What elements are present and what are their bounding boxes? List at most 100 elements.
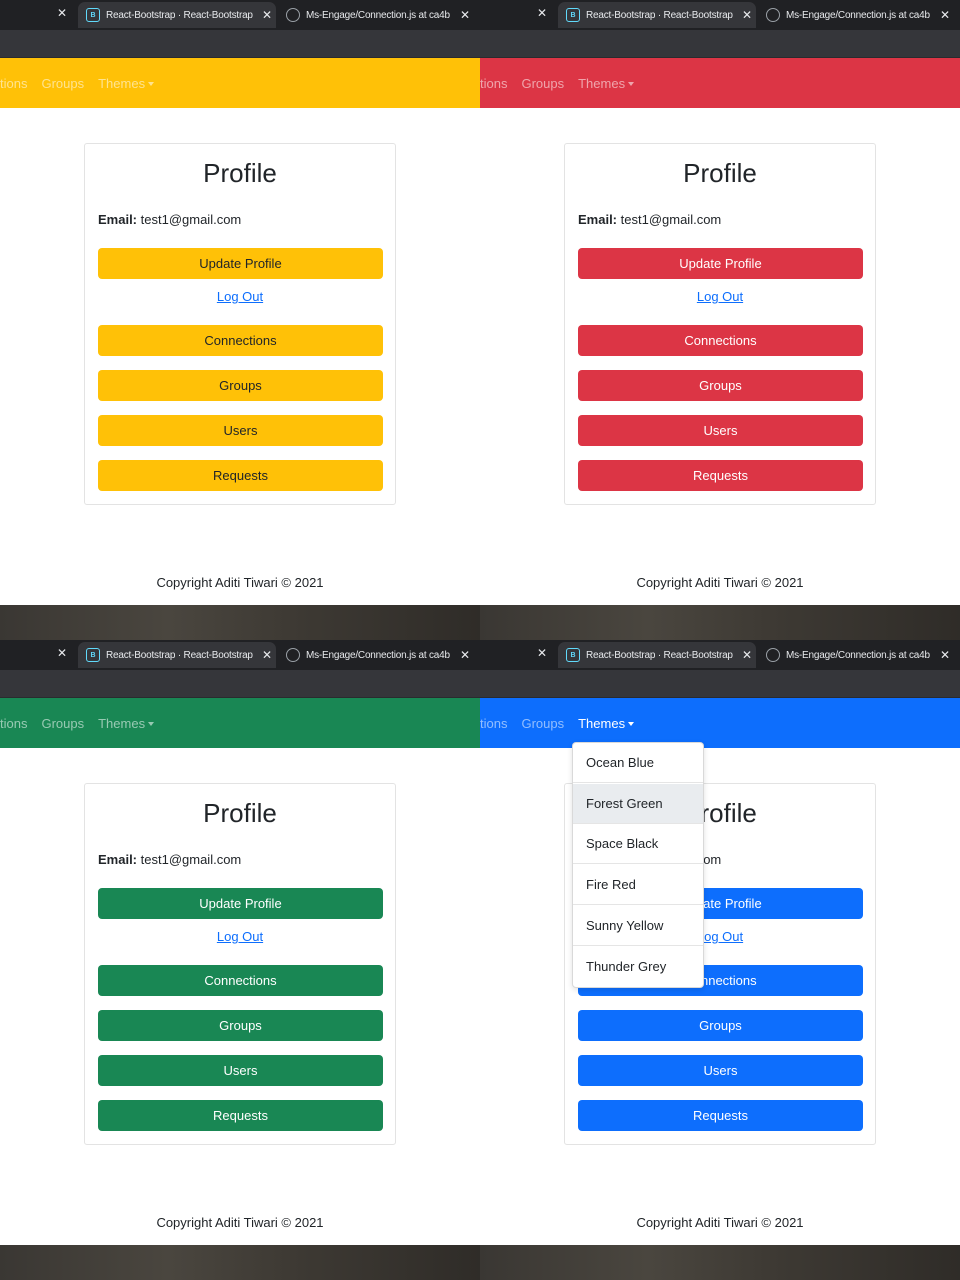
- logout-link[interactable]: Log Out: [85, 289, 395, 304]
- connections-button[interactable]: Connections: [98, 965, 383, 996]
- browser-address-bar: [480, 30, 960, 58]
- browser-address-bar: [0, 30, 480, 58]
- users-button[interactable]: Users: [98, 415, 383, 446]
- email-value: test1@gmail.com: [140, 212, 242, 227]
- groups-button[interactable]: Groups: [578, 1010, 863, 1041]
- dropdown-item-fire-red[interactable]: Fire Red: [573, 865, 703, 906]
- browser-tab-bar: ✕ B React-Bootstrap · React-Bootstrap ✕ …: [0, 640, 480, 670]
- dropdown-item-space-black[interactable]: Space Black: [573, 824, 703, 865]
- requests-button[interactable]: Requests: [98, 460, 383, 491]
- browser-address-bar: [0, 670, 480, 698]
- react-bootstrap-icon: B: [566, 8, 580, 22]
- nav-link-connections[interactable]: tions: [0, 716, 27, 731]
- browser-tab-github[interactable]: Ms-Engage/Connection.js at ca4b ✕: [278, 2, 474, 28]
- update-profile-button[interactable]: Update Profile: [98, 248, 383, 279]
- browser-tab-github[interactable]: Ms-Engage/Connection.js at ca4b ✕: [278, 642, 474, 668]
- requests-button[interactable]: Requests: [98, 1100, 383, 1131]
- browser-tab-react-bootstrap[interactable]: B React-Bootstrap · React-Bootstrap ✕: [78, 2, 276, 28]
- nav-link-connections[interactable]: tions: [480, 76, 507, 91]
- groups-button[interactable]: Groups: [98, 370, 383, 401]
- nav-themes-label: Themes: [98, 715, 146, 731]
- logout-link[interactable]: Log Out: [565, 289, 875, 304]
- tab-title: Ms-Engage/Connection.js at ca4b: [786, 9, 930, 21]
- close-tab-icon[interactable]: ✕: [57, 6, 67, 20]
- users-button[interactable]: Users: [578, 415, 863, 446]
- tab-title: React-Bootstrap · React-Bootstrap: [586, 9, 733, 21]
- connections-button[interactable]: Connections: [578, 325, 863, 356]
- page-title: Profile: [203, 798, 277, 828]
- github-icon: [286, 648, 300, 662]
- close-tab-icon[interactable]: ✕: [456, 648, 474, 662]
- nav-link-groups[interactable]: Groups: [41, 76, 84, 91]
- nav-link-connections[interactable]: tions: [480, 716, 507, 731]
- github-icon: [766, 648, 780, 662]
- users-button[interactable]: Users: [98, 1055, 383, 1086]
- github-icon: [766, 8, 780, 22]
- nav-dropdown-themes[interactable]: Themes: [98, 715, 155, 731]
- nav-dropdown-themes[interactable]: Themes: [578, 716, 635, 731]
- close-tab-icon[interactable]: ✕: [57, 646, 67, 660]
- browser-tab-react-bootstrap[interactable]: B React-Bootstrap · React-Bootstrap ✕: [558, 642, 756, 668]
- requests-button[interactable]: Requests: [578, 1100, 863, 1131]
- users-button[interactable]: Users: [578, 1055, 863, 1086]
- browser-address-bar: [480, 670, 960, 698]
- desktop-background: [0, 605, 480, 640]
- footer-copyright: Copyright Aditi Tiwari © 2021: [636, 1215, 804, 1230]
- browser-tab-react-bootstrap[interactable]: B React-Bootstrap · React-Bootstrap ✕: [558, 2, 756, 28]
- email-row: Email: test1@gmail.com: [98, 852, 241, 867]
- email-label: Email:: [98, 852, 138, 867]
- nav-dropdown-themes[interactable]: Themes: [98, 76, 155, 91]
- close-tab-icon[interactable]: ✕: [537, 6, 547, 20]
- dropdown-item-forest-green[interactable]: Forest Green: [573, 783, 703, 824]
- nav-link-connections[interactable]: tions: [0, 76, 27, 91]
- caret-down-icon: [148, 722, 155, 727]
- update-profile-button[interactable]: Update Profile: [98, 888, 383, 919]
- tab-title: Ms-Engage/Connection.js at ca4b: [306, 9, 450, 21]
- requests-button[interactable]: Requests: [578, 460, 863, 491]
- footer-copyright: Copyright Aditi Tiwari © 2021: [156, 1215, 324, 1230]
- dropdown-item-ocean-blue[interactable]: Ocean Blue: [573, 743, 703, 783]
- profile-card: Profile Email: test1@gmail.com Update Pr…: [564, 143, 876, 505]
- email-value: test1@gmail.com: [140, 852, 242, 867]
- dropdown-item-thunder-grey[interactable]: Thunder Grey: [573, 947, 703, 987]
- react-bootstrap-icon: B: [566, 648, 580, 662]
- tab-title: React-Bootstrap · React-Bootstrap: [586, 649, 733, 661]
- app-screenshot-panel-sunny-yellow: ✕ B React-Bootstrap · React-Bootstrap ✕ …: [0, 0, 480, 640]
- tab-title: Ms-Engage/Connection.js at ca4b: [786, 649, 930, 661]
- themes-dropdown-menu: Ocean Blue Forest Green Space Black Fire Re…: [572, 742, 704, 988]
- groups-button[interactable]: Groups: [98, 1010, 383, 1041]
- logout-link[interactable]: Log Out: [85, 929, 395, 944]
- app-screenshot-panel-fire-red: ✕ B React-Bootstrap · React-Bootstrap ✕ …: [480, 0, 960, 640]
- email-value: test1@gmail.com: [620, 212, 722, 227]
- browser-tab-github[interactable]: Ms-Engage/Connection.js at ca4b ✕: [758, 642, 954, 668]
- close-tab-icon[interactable]: ✕: [738, 648, 756, 662]
- email-row: Email: test1@gmail.com: [578, 212, 721, 227]
- page-title: Profile: [683, 158, 757, 188]
- desktop-background: [480, 1245, 960, 1280]
- browser-tab-github[interactable]: Ms-Engage/Connection.js at ca4b ✕: [758, 2, 954, 28]
- caret-down-icon: [148, 82, 155, 87]
- browser-tab-react-bootstrap[interactable]: B React-Bootstrap · React-Bootstrap ✕: [78, 642, 276, 668]
- close-tab-icon[interactable]: ✕: [456, 8, 474, 22]
- update-profile-button[interactable]: Update Profile: [578, 248, 863, 279]
- close-tab-icon[interactable]: ✕: [738, 8, 756, 22]
- nav-link-groups[interactable]: Groups: [521, 716, 564, 731]
- browser-tab-bar: ✕ B React-Bootstrap · React-Bootstrap ✕ …: [0, 0, 480, 30]
- connections-button[interactable]: Connections: [98, 325, 383, 356]
- close-tab-icon[interactable]: ✕: [537, 646, 547, 660]
- app-screenshot-panel-forest-green: ✕ B React-Bootstrap · React-Bootstrap ✕ …: [0, 640, 480, 1280]
- nav-link-groups[interactable]: Groups: [41, 716, 84, 731]
- react-bootstrap-icon: B: [86, 8, 100, 22]
- close-tab-icon[interactable]: ✕: [258, 8, 276, 22]
- close-tab-icon[interactable]: ✕: [258, 648, 276, 662]
- nav-dropdown-themes[interactable]: Themes: [578, 76, 635, 91]
- caret-down-icon: [628, 722, 635, 727]
- page-title: Profile: [203, 158, 277, 188]
- close-tab-icon[interactable]: ✕: [936, 648, 954, 662]
- dropdown-item-sunny-yellow[interactable]: Sunny Yellow: [573, 906, 703, 946]
- groups-button[interactable]: Groups: [578, 370, 863, 401]
- close-tab-icon[interactable]: ✕: [936, 8, 954, 22]
- desktop-background: [480, 605, 960, 640]
- tab-title: React-Bootstrap · React-Bootstrap: [106, 9, 253, 21]
- nav-link-groups[interactable]: Groups: [521, 76, 564, 91]
